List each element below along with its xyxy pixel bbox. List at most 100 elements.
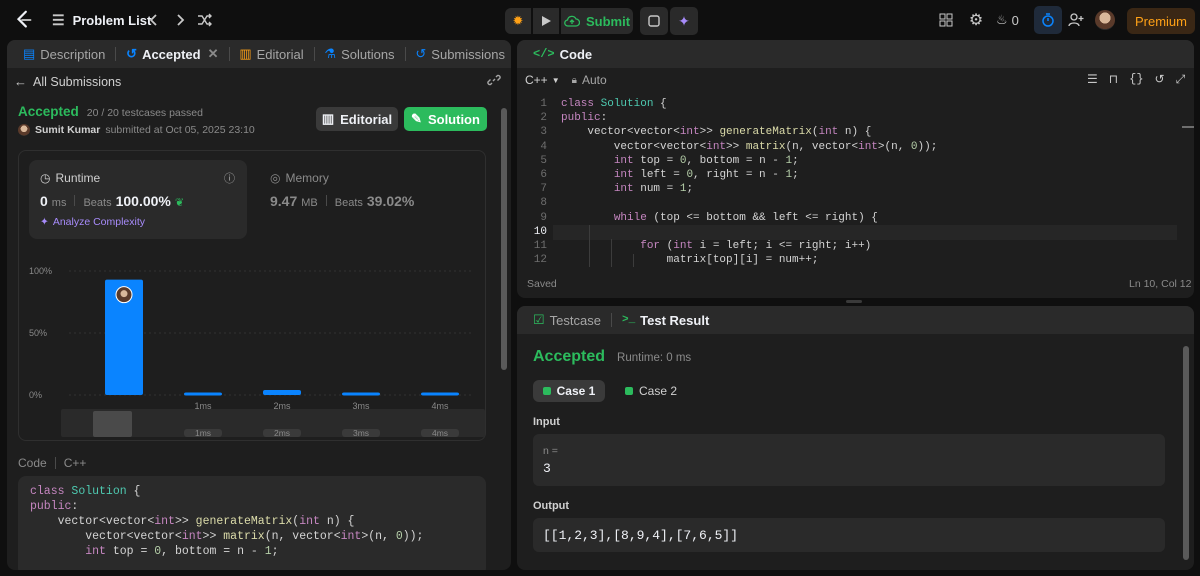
line-number-gutter: 1 2 3 4 5 6 7 8 9 10 11 12 <box>517 97 547 267</box>
auto-mode-label: Auto <box>581 73 607 87</box>
shuffle-icon[interactable] <box>191 6 219 34</box>
debug-button[interactable]: ✹ <box>505 8 531 34</box>
user-name[interactable]: Sumit Kumar <box>35 124 100 136</box>
tab-solutions-label: Solutions <box>341 46 395 62</box>
memory-unit: MB <box>301 197 318 209</box>
output-box[interactable]: [[1,2,3],[8,9,4],[7,6,5]] <box>533 518 1165 552</box>
sparkle-icon: ✦ <box>678 12 690 29</box>
solution-button[interactable]: ✎ Solution <box>404 107 487 131</box>
reset-code-icon[interactable]: ↺ <box>1155 72 1165 87</box>
result-scrollbar[interactable] <box>1183 346 1189 560</box>
tab-submissions-label: Submissions <box>431 46 505 62</box>
minimap-label: 3ms <box>353 428 369 438</box>
tab-divider <box>404 47 406 61</box>
ai-assist-button[interactable]: ✦ <box>670 7 698 35</box>
submit-button[interactable]: Submit <box>561 8 633 34</box>
tab-test-result-label: Test Result <box>640 312 710 328</box>
minimap-label: 2ms <box>274 428 290 438</box>
sparkle-icon: ✦ <box>40 216 49 228</box>
input-box[interactable]: n = 3 <box>533 434 1165 486</box>
runtime-distribution-chart[interactable]: 100%50%0%1ms 2ms 3ms 4ms1ms 2ms 3ms 4ms <box>19 243 485 438</box>
leetcode-logo-icon[interactable] <box>12 8 36 32</box>
tab-code[interactable]: </> Code <box>527 40 598 68</box>
timer-icon[interactable] <box>1034 6 1062 34</box>
fullscreen-icon[interactable]: ⤢ <box>1176 72 1186 87</box>
runtime-value: 0 <box>40 193 48 209</box>
settings-gear-icon[interactable]: ⚙ <box>962 6 990 34</box>
memory-label: Memory <box>285 171 329 185</box>
format-code-icon[interactable]: ☰ <box>1087 72 1098 87</box>
tab-description[interactable]: ▤ Description <box>17 40 111 68</box>
code-line: class Solution { <box>30 485 141 498</box>
book-icon: ▥ <box>239 46 252 61</box>
panel-resize-handle[interactable] <box>846 300 862 303</box>
share-link-icon[interactable] <box>487 73 501 90</box>
auto-mode-toggle[interactable]: 🔒︎ Auto <box>572 73 607 87</box>
clock-icon: ◷ <box>40 171 51 185</box>
add-friend-icon[interactable] <box>1062 6 1090 34</box>
tab-submissions[interactable]: ↺ Submissions <box>409 40 511 68</box>
submitted-code-block[interactable]: class Solution { public: vector<vector<i… <box>18 476 486 570</box>
tab-divider <box>115 47 117 61</box>
next-problem-button[interactable] <box>166 6 194 34</box>
braces-icon[interactable]: {} <box>1129 72 1143 87</box>
editorial-button[interactable]: ▥ Editorial <box>316 107 398 131</box>
tab-solutions[interactable]: ⚗ Solutions <box>318 40 400 68</box>
output-value: [[1,2,3],[8,9,4],[7,6,5]] <box>543 528 739 543</box>
tab-divider <box>610 313 612 327</box>
minimap-window <box>93 411 132 437</box>
runtime-info-icon[interactable]: ⓘ <box>224 170 235 186</box>
testcases-passed: 20 / 20 testcases passed <box>86 107 203 119</box>
analyze-complexity-link[interactable]: ✦ Analyze Complexity <box>40 216 145 228</box>
run-button[interactable] <box>533 8 559 34</box>
code-line: vector<vector<int>> matrix(n, vector<int… <box>30 530 424 543</box>
performance-box: ◷ Runtime ⓘ 0 ms Beats 100.00% ❦ ✦ Analy… <box>18 150 486 441</box>
layout-grid-icon[interactable] <box>932 6 960 34</box>
tab-editorial[interactable]: ▥ Editorial <box>233 40 309 68</box>
code-line: public: <box>561 112 608 125</box>
flask-icon: ⚗ <box>324 46 337 61</box>
memory-card[interactable]: ◎ Memory 9.47 MB Beats 39.02% <box>259 160 459 239</box>
streak-counter[interactable]: ♨ 0 <box>996 10 1019 30</box>
runtime-card[interactable]: ◷ Runtime ⓘ 0 ms Beats 100.00% ❦ ✦ Analy… <box>29 160 247 239</box>
all-submissions-link[interactable]: ← All Submissions <box>14 74 121 89</box>
code-line: class Solution { <box>561 98 667 110</box>
code-text[interactable]: class Solution {public: vector<vector<in… <box>561 97 937 267</box>
line-number: 9 <box>540 211 547 224</box>
top-bar: ☰ Problem List ✹ Submit ✦ ⚙ ♨ 0 Premium <box>0 0 1200 40</box>
submission-panel: ▤ Description ↺ Accepted ✕ ▥ Editorial ⚗… <box>7 40 511 570</box>
tab-editorial-label: Editorial <box>256 46 304 62</box>
case-2-tab[interactable]: Case 2 <box>625 380 677 402</box>
bug-icon: ✹ <box>512 13 524 28</box>
code-editor[interactable]: 1 2 3 4 5 6 7 8 9 10 11 12 class Solution {public: … <box>517 97 1177 267</box>
line-number: 12 <box>533 254 547 267</box>
notes-button[interactable] <box>640 7 668 35</box>
user-avatar[interactable] <box>1095 10 1115 30</box>
book-icon: ▥ <box>321 111 335 126</box>
submission-status: Accepted <box>18 104 79 119</box>
problem-list-button[interactable]: ☰ Problem List <box>52 10 151 30</box>
flame-icon: ♨ <box>996 12 1008 27</box>
cloud-upload-icon <box>564 15 580 27</box>
bar-4ms <box>421 392 459 396</box>
case-1-tab[interactable]: Case 1 <box>533 380 605 402</box>
left-tab-bar: ▤ Description ↺ Accepted ✕ ▥ Editorial ⚗… <box>7 40 511 68</box>
prev-problem-button[interactable] <box>140 6 168 34</box>
close-tab-icon[interactable]: ✕ <box>208 46 219 62</box>
runtime-label: Runtime <box>55 171 101 185</box>
minimap-label: 1ms <box>195 428 211 438</box>
premium-button[interactable]: Premium <box>1127 8 1195 34</box>
code-brackets-icon: </> <box>533 47 555 61</box>
tab-code-label: Code <box>559 46 593 62</box>
left-panel-scrollbar[interactable] <box>501 108 507 370</box>
history-icon: ↺ <box>415 46 427 61</box>
tab-testcase[interactable]: ☑ Testcase <box>527 306 607 334</box>
code-section-label: Code <box>18 456 47 470</box>
tab-test-result[interactable]: >_ Test Result <box>616 306 715 334</box>
runtime-unit: ms <box>51 197 67 209</box>
language-select[interactable]: C++ ▼ <box>525 73 560 87</box>
bookmark-icon[interactable]: ⊓ <box>1109 72 1118 87</box>
tab-accepted[interactable]: ↺ Accepted ✕ <box>120 40 224 68</box>
line-number: 11 <box>533 239 547 252</box>
